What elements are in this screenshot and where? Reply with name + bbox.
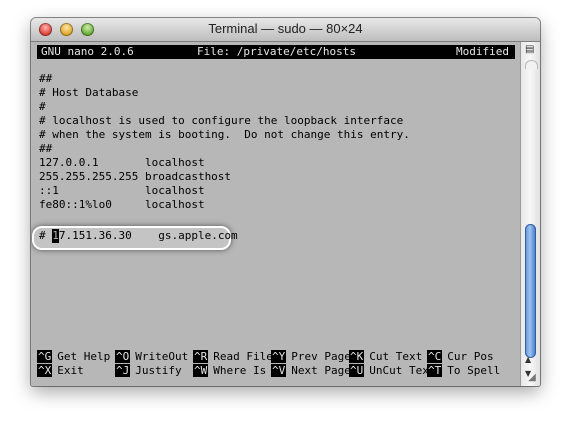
shortcut-to-spell[interactable]: ^T To Spell [427, 364, 500, 378]
nano-header-bar: GNU nano 2.0.6 File: /private/etc/hosts … [37, 45, 515, 59]
shortcut-exit[interactable]: ^X Exit [37, 364, 84, 378]
shortcut-get-help[interactable]: ^G Get Help [37, 350, 110, 364]
shortcut-prev-page[interactable]: ^Y Prev Page [271, 350, 351, 364]
arrow-up-icon[interactable]: ▲ [525, 356, 531, 364]
vertical-scrollbar[interactable]: ▤ ▲ ▼ [520, 42, 540, 386]
title-bar[interactable]: Terminal — sudo — 80×24 [31, 18, 540, 42]
shortcut-cur-pos[interactable]: ^C Cur Pos [427, 350, 494, 364]
shortcut-next-page[interactable]: ^V Next Page [271, 364, 351, 378]
file-line: 255.255.255.255 broadcasthost [39, 170, 232, 183]
file-line: ## [39, 72, 53, 85]
nano-modified-status: Modified [456, 45, 509, 58]
edited-line-rest: 7.151.36.30 gs.apple.com [58, 229, 238, 242]
scroll-track-cap [525, 60, 538, 69]
file-line: # localhost is used to configure the loo… [39, 114, 404, 127]
terminal-screen[interactable]: GNU nano 2.0.6 File: /private/etc/hosts … [32, 42, 520, 386]
terminal-window: Terminal — sudo — 80×24 GNU nano 2.0.6 F… [31, 18, 540, 386]
file-line: # Host Database [39, 86, 139, 99]
file-line: ## [39, 142, 53, 155]
file-line: # [39, 100, 46, 113]
file-line: # when the system is booting. Do not cha… [39, 128, 410, 141]
text-cursor: 1 [52, 229, 59, 243]
scroll-thumb[interactable] [525, 224, 536, 358]
file-line: ::1 localhost [39, 184, 205, 197]
shortcut-cut-text[interactable]: ^K Cut Text [349, 350, 422, 364]
shortcut-read-file[interactable]: ^R Read File [193, 350, 273, 364]
window-title: Terminal — sudo — 80×24 [208, 21, 363, 36]
shortcut-uncut-text[interactable]: ^U UnCut Text [349, 364, 435, 378]
nano-version: GNU nano 2.0.6 [41, 45, 134, 58]
nano-file-name: File: /private/etc/hosts [197, 45, 356, 58]
edited-line-prefix: # [39, 229, 53, 242]
file-line: 127.0.0.1 localhost [39, 156, 205, 169]
file-line: fe80::1%lo0 localhost [39, 198, 205, 211]
shortcut-where-is[interactable]: ^W Where Is [193, 364, 266, 378]
scroll-menu-icon[interactable]: ▤ [525, 45, 535, 55]
shortcut-justify[interactable]: ^J Justify [115, 364, 182, 378]
shortcut-writeout[interactable]: ^O WriteOut [115, 350, 188, 364]
resize-grip-icon[interactable]: ◢ [525, 371, 539, 385]
edited-hosts-line[interactable]: # 17.151.36.30 gs.apple.com [39, 229, 238, 243]
